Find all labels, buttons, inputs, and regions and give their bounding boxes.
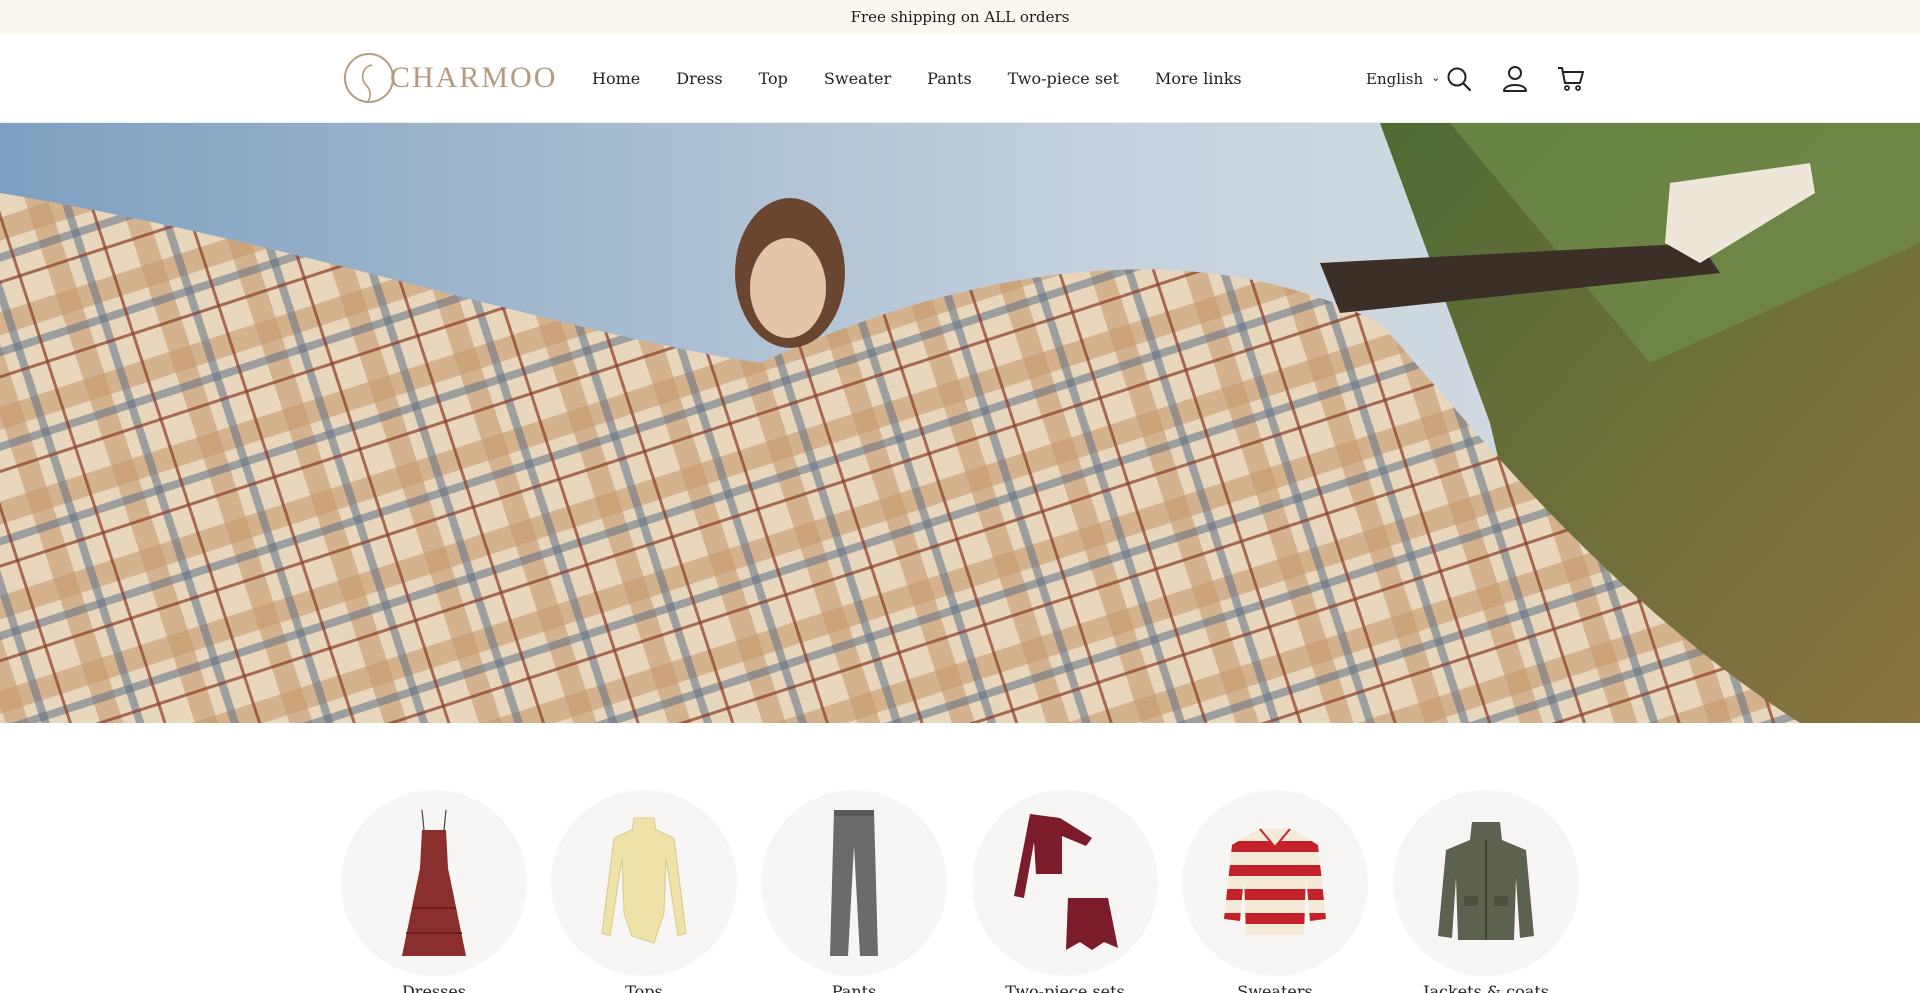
announcement-text: Free shipping on ALL orders bbox=[850, 8, 1070, 26]
nav-top[interactable]: Top bbox=[759, 69, 788, 88]
nav-more-links[interactable]: More links bbox=[1155, 69, 1242, 88]
language-label: English bbox=[1366, 69, 1424, 88]
category-two-piece-sets[interactable]: Two-piece sets bbox=[972, 790, 1158, 993]
category-sweaters[interactable]: Sweaters bbox=[1182, 790, 1368, 993]
top-icon bbox=[601, 817, 687, 944]
category-label: Pants bbox=[831, 982, 877, 993]
dress-icon bbox=[402, 809, 466, 956]
jacket-icon bbox=[1438, 822, 1534, 940]
logo-text: CHARMOO bbox=[390, 61, 558, 94]
account-button[interactable] bbox=[1500, 64, 1530, 94]
category-row: Dresses Tops Pants Two-piece sets Sweate… bbox=[0, 723, 1920, 993]
language-selector[interactable]: English ⌄ bbox=[1366, 70, 1440, 88]
category-image bbox=[341, 790, 527, 976]
category-image bbox=[1393, 790, 1579, 976]
nav-home[interactable]: Home bbox=[592, 69, 640, 88]
category-image bbox=[551, 790, 737, 976]
cart-button[interactable] bbox=[1556, 64, 1586, 94]
category-label: Two-piece sets bbox=[1005, 982, 1125, 993]
search-button[interactable] bbox=[1444, 64, 1474, 94]
category-image bbox=[972, 790, 1158, 976]
site-header: CHARMOO Home Dress Top Sweater Pants Two… bbox=[0, 34, 1920, 123]
main-nav: Home Dress Top Sweater Pants Two-piece s… bbox=[592, 34, 1242, 123]
chevron-down-icon: ⌄ bbox=[1431, 71, 1441, 84]
nav-dress[interactable]: Dress bbox=[676, 69, 722, 88]
category-label: Sweaters bbox=[1237, 982, 1313, 993]
category-label: Jackets & coats bbox=[1423, 982, 1549, 993]
category-pants[interactable]: Pants bbox=[761, 790, 947, 993]
category-label: Dresses bbox=[401, 982, 467, 993]
category-tops[interactable]: Tops bbox=[551, 790, 737, 993]
category-jackets-coats[interactable]: Jackets & coats bbox=[1393, 790, 1579, 993]
header-actions: English ⌄ bbox=[1366, 34, 1586, 123]
logo[interactable]: CHARMOO bbox=[342, 52, 557, 104]
hero-banner[interactable] bbox=[0, 123, 1920, 723]
nav-pants[interactable]: Pants bbox=[927, 69, 972, 88]
category-image bbox=[761, 790, 947, 976]
nav-two-piece-set[interactable]: Two-piece set bbox=[1008, 69, 1119, 88]
logo-mark-icon bbox=[344, 53, 394, 103]
two-piece-icon bbox=[1014, 814, 1118, 950]
category-label: Tops bbox=[625, 982, 663, 993]
announcement-bar: Free shipping on ALL orders bbox=[0, 0, 1920, 34]
pants-icon bbox=[830, 809, 878, 956]
nav-sweater[interactable]: Sweater bbox=[824, 69, 891, 88]
search-icon bbox=[1447, 67, 1472, 91]
hero-image bbox=[0, 123, 1920, 723]
cart-icon bbox=[1558, 66, 1585, 91]
account-icon bbox=[1503, 65, 1528, 92]
sweater-icon bbox=[1224, 828, 1326, 935]
category-image bbox=[1182, 790, 1368, 976]
category-dresses[interactable]: Dresses bbox=[341, 790, 527, 993]
